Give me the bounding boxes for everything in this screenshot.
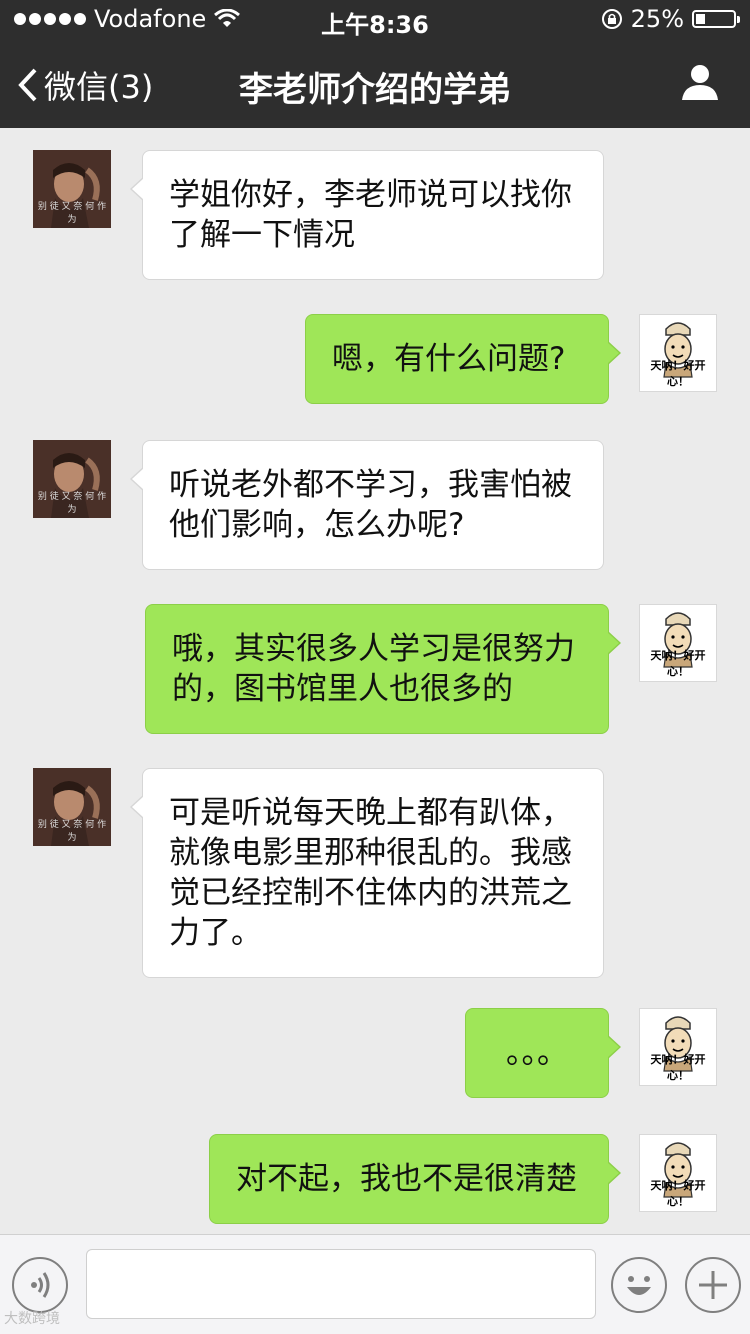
contact-avatar[interactable]: 别 徒 又 奈 何 作 为	[33, 440, 111, 518]
emoji-icon	[627, 1276, 651, 1295]
message-bubble-outgoing[interactable]: 。。。	[465, 1008, 621, 1098]
message-bubble-outgoing[interactable]: 哦，其实很多人学习是很努力的，图书馆里人也很多的	[145, 604, 621, 734]
message-bubble-incoming[interactable]: 学姐你好，李老师说可以找你了解一下情况	[130, 150, 604, 280]
person-icon	[682, 65, 718, 100]
message-list[interactable]: 别 徒 又 奈 何 作 为 学姐你好，李老师说可以找你了解一下情况 嗯，有什么问…	[0, 128, 750, 1234]
status-bar: Vodafone 上午8:36 25%	[0, 0, 750, 40]
input-bar	[0, 1234, 750, 1334]
message-bubble-incoming[interactable]: 可是听说每天晚上都有趴体，就像电影里那种很乱的。我感觉已经控制不住体内的洪荒之力…	[130, 768, 604, 978]
profile-button[interactable]	[680, 62, 720, 106]
voice-button[interactable]	[12, 1257, 68, 1313]
message-bubble-outgoing[interactable]: 对不起，我也不是很清楚	[209, 1134, 621, 1224]
status-right: 25%	[601, 5, 740, 33]
nav-bar: 微信(3) 李老师介绍的学弟	[0, 40, 750, 128]
orientation-lock-icon	[601, 9, 622, 29]
message-input[interactable]	[86, 1249, 596, 1319]
more-button[interactable]	[685, 1257, 741, 1313]
battery-percent: 25%	[630, 5, 684, 33]
message-bubble-incoming[interactable]: 听说老外都不学习，我害怕被他们影响，怎么办呢?	[130, 440, 604, 570]
watermark: 大数跨境	[4, 1311, 60, 1327]
chat-title: 李老师介绍的学弟	[239, 70, 511, 110]
avatar-caption: 天呐！好开心！	[650, 649, 706, 678]
contact-avatar[interactable]: 别 徒 又 奈 何 作 为	[33, 150, 111, 228]
voice-icon	[31, 1272, 50, 1298]
plus-icon	[699, 1271, 727, 1299]
message-bubble-outgoing[interactable]: 嗯，有什么问题?	[305, 314, 621, 404]
my-avatar[interactable]: 天呐！好开心！	[639, 1008, 717, 1086]
contact-avatar[interactable]: 别 徒 又 奈 何 作 为	[33, 768, 111, 846]
my-avatar[interactable]: 天呐！好开心！	[639, 1134, 717, 1212]
avatar-caption: 别 徒 又 奈 何 作 为	[37, 820, 107, 843]
avatar-caption: 别 徒 又 奈 何 作 为	[37, 202, 107, 225]
my-avatar[interactable]: 天呐！好开心！	[639, 604, 717, 682]
battery-icon	[692, 10, 740, 28]
avatar-caption: 天呐！好开心！	[650, 359, 706, 388]
emoji-button[interactable]	[611, 1257, 667, 1313]
avatar-caption: 别 徒 又 奈 何 作 为	[37, 492, 107, 515]
avatar-caption: 天呐！好开心！	[650, 1053, 706, 1082]
my-avatar[interactable]: 天呐！好开心！	[639, 314, 717, 392]
avatar-caption: 天呐！好开心！	[650, 1179, 706, 1208]
